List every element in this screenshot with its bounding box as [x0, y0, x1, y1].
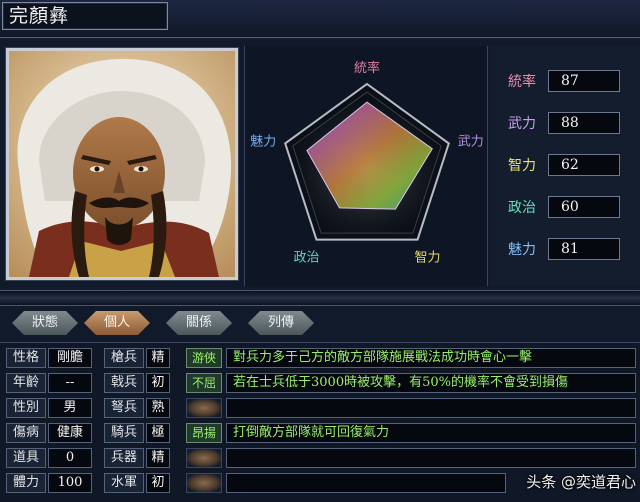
personality-label: 性格	[6, 348, 46, 368]
stats-panel: 統率 87 武力 88 智力 62 政治 60 魅力 81	[490, 46, 640, 286]
radar-axis-label: 政治	[293, 251, 319, 266]
skill-desc-2: 若在士兵低于3000時被攻擊，有50%的機率不會受到損傷	[226, 373, 636, 393]
stat-row-wuli: 武力 88	[500, 112, 634, 136]
tab-biography[interactable]: 列傳	[248, 311, 314, 335]
aptitude-label-spear: 槍兵	[104, 348, 144, 368]
aptitude-value-navy: 初	[146, 473, 170, 493]
skill-name-1[interactable]: 游俠	[186, 348, 222, 368]
radar-chart: 統率武力智力 政治 魅力	[250, 60, 484, 266]
skill-name-2[interactable]: 不屈	[186, 373, 222, 393]
tab-personal[interactable]: 個人	[84, 311, 150, 335]
stat-label: 統率	[508, 74, 536, 90]
age-label: 年齡	[6, 373, 46, 393]
stat-value: 62	[548, 154, 620, 176]
stat-label: 政治	[508, 200, 536, 216]
stat-row-tongshuai: 統率 87	[500, 70, 634, 94]
skill-desc-1: 對兵力多于己方的敵方部隊施展戰法成功時會心一擊	[226, 348, 636, 368]
aptitude-value-cavalry: 極	[146, 423, 170, 443]
radar-panel: 統率武力智力 政治 魅力	[244, 46, 488, 286]
aptitude-label-halberd: 戟兵	[104, 373, 144, 393]
stat-value: 88	[548, 112, 620, 134]
radar-axis-label: 統率	[354, 60, 380, 76]
aptitude-label-navy: 水軍	[104, 473, 144, 493]
skill-desc-5	[226, 448, 636, 468]
portrait	[6, 48, 238, 280]
tab-relations[interactable]: 關係	[166, 311, 232, 335]
aptitude-label-cavalry: 騎兵	[104, 423, 144, 443]
skill-desc-6	[226, 473, 506, 493]
personality-value: 剛膽	[48, 348, 92, 368]
section-divider	[0, 290, 640, 306]
skill-desc-3	[226, 398, 636, 418]
gender-value: 男	[48, 398, 92, 418]
stat-value: 81	[548, 238, 620, 260]
skill-name-4[interactable]: 昂揚	[186, 423, 222, 443]
stat-value: 87	[548, 70, 620, 92]
stat-row-meili: 魅力 81	[500, 238, 634, 262]
tab-status[interactable]: 狀態	[12, 311, 78, 335]
portrait-image	[9, 51, 235, 277]
aptitude-label-crossbow: 弩兵	[104, 398, 144, 418]
stat-label: 魅力	[508, 242, 536, 258]
radar-axis-label: 魅力	[250, 134, 276, 149]
radar-axis-label: 武力	[458, 134, 484, 149]
gender-label: 性別	[6, 398, 46, 418]
watermark: 头条 @奕道君心	[526, 473, 636, 491]
aptitude-value-siege: 精	[146, 448, 170, 468]
aptitude-value-halberd: 初	[146, 373, 170, 393]
condition-value: 健康	[48, 423, 92, 443]
stat-row-zhili: 智力 62	[500, 154, 634, 178]
aptitude-label-siege: 兵器	[104, 448, 144, 468]
condition-label: 傷病	[6, 423, 46, 443]
stamina-label: 體力	[6, 473, 46, 493]
stat-value: 60	[548, 196, 620, 218]
stat-row-zhengzhi: 政治 60	[500, 196, 634, 220]
skill-slot-empty-3	[186, 398, 222, 418]
skill-slot-empty-5	[186, 448, 222, 468]
items-label: 道具	[6, 448, 46, 468]
stamina-value: 100	[48, 473, 92, 493]
skill-desc-4: 打倒敵方部隊就可回復氣力	[226, 423, 636, 443]
skill-slot-empty-6	[186, 473, 222, 493]
stat-label: 武力	[508, 116, 536, 132]
radar-axis-label: 智力	[415, 251, 441, 266]
aptitude-value-crossbow: 熟	[146, 398, 170, 418]
aptitude-value-spear: 精	[146, 348, 170, 368]
items-value: 0	[48, 448, 92, 468]
general-name: 完顏彝	[2, 2, 168, 30]
age-value: --	[48, 373, 92, 393]
stat-label: 智力	[508, 158, 536, 174]
